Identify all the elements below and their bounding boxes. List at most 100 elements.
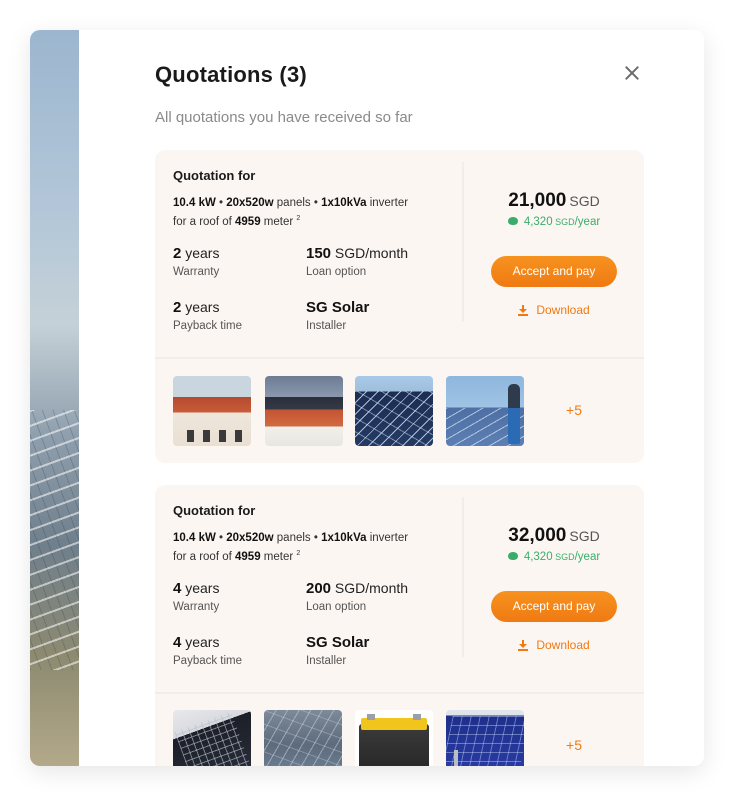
solar-panels-photo-thumbnail[interactable] bbox=[355, 376, 433, 446]
spec-sep: • bbox=[215, 197, 227, 209]
price: 32,000 SGD bbox=[464, 525, 644, 547]
spec-inverter-qty: 1x10kVa bbox=[321, 197, 367, 209]
dialog-title: Quotations (3) bbox=[155, 62, 307, 87]
spec-sep: • bbox=[310, 532, 322, 544]
spec-roof-unit: meter bbox=[260, 215, 294, 228]
loan-value: 150 bbox=[306, 245, 332, 262]
payback-label: Payback time bbox=[173, 320, 243, 332]
price-currency: SGD bbox=[569, 528, 600, 544]
loan-unit: SGD/month bbox=[331, 580, 409, 596]
blue-panel-photo-thumbnail[interactable] bbox=[446, 710, 524, 766]
download-label: Download bbox=[536, 303, 590, 317]
price-value: 21,000 bbox=[508, 190, 567, 211]
system-spec: 10.4 kW • 20x520w panels • 1x10kVa inver… bbox=[173, 196, 453, 230]
horizontal-divider bbox=[155, 357, 644, 359]
download-label: Download bbox=[536, 638, 590, 652]
saving-value: 4,320 bbox=[523, 551, 553, 563]
price-panel: 32,000 SGD 4,320 SGD/year Accept and pay … bbox=[464, 485, 644, 652]
warranty-fact: 4 years Warranty bbox=[173, 580, 313, 613]
quotation-card: Quotation for 10.4 kW • 20x520w panels •… bbox=[155, 150, 644, 463]
house-photo-thumbnail[interactable] bbox=[173, 376, 251, 446]
price-value: 32,000 bbox=[508, 525, 567, 546]
saving-value: 4,320 bbox=[523, 216, 553, 228]
warranty-fact: 2 years Warranty bbox=[173, 245, 313, 278]
accept-and-pay-button[interactable]: Accept and pay bbox=[491, 256, 617, 287]
background-panels bbox=[30, 410, 79, 670]
piggy-bank-icon bbox=[507, 217, 518, 225]
spec-roof-prefix: for a roof of bbox=[173, 550, 236, 563]
spec-roof-unit: meter bbox=[260, 550, 294, 563]
quotation-heading: Quotation for bbox=[173, 503, 256, 518]
warranty-label: Warranty bbox=[173, 601, 220, 613]
installer-fact: SG Solar Installer bbox=[306, 299, 446, 332]
spec-roof-sup: 2 bbox=[296, 550, 301, 557]
spec-kw: 10.4 kW bbox=[173, 532, 216, 544]
quotation-card: Quotation for 10.4 kW • 20x520w panels •… bbox=[155, 485, 644, 766]
price-currency: SGD bbox=[569, 193, 600, 209]
saving: 4,320 SGD/year bbox=[464, 551, 644, 563]
loan-unit: SGD/month bbox=[331, 245, 409, 261]
dialog-subtitle: All quotations you have received so far bbox=[155, 109, 413, 126]
background-solar-photo bbox=[30, 30, 79, 766]
spec-kw: 10.4 kW bbox=[173, 197, 216, 209]
loan-fact: 200 SGD/month Loan option bbox=[306, 580, 446, 613]
price-panel: 21,000 SGD 4,320 SGD/year Accept and pay … bbox=[464, 150, 644, 317]
accept-and-pay-button[interactable]: Accept and pay bbox=[491, 591, 617, 622]
payback-unit: years bbox=[181, 299, 220, 315]
quotation-details: Quotation for 10.4 kW • 20x520w panels •… bbox=[173, 503, 453, 667]
app-window: Quotations (3) All quotations you have r… bbox=[30, 30, 704, 766]
spec-inverter-qty: 1x10kVa bbox=[321, 532, 367, 544]
spec-inverter-word: inverter bbox=[366, 197, 409, 209]
download-button[interactable]: Download bbox=[464, 303, 644, 317]
spec-panels-qty: 20x520w bbox=[226, 197, 274, 209]
installer-label: Installer bbox=[306, 655, 347, 667]
saving-unit-small: SGD bbox=[552, 552, 575, 562]
payback-label: Payback time bbox=[173, 655, 243, 667]
installer-fact: SG Solar Installer bbox=[306, 634, 446, 667]
warranty-unit: years bbox=[181, 580, 220, 596]
price: 21,000 SGD bbox=[464, 190, 644, 212]
spec-roof-value: 4959 bbox=[235, 550, 261, 563]
saving: 4,320 SGD/year bbox=[464, 216, 644, 228]
spec-sep: • bbox=[215, 532, 227, 544]
spec-inverter-word: inverter bbox=[366, 532, 409, 544]
spec-roof-value: 4959 bbox=[235, 215, 261, 228]
quotation-details: Quotation for 10.4 kW • 20x520w panels •… bbox=[173, 168, 453, 332]
spec-panels-word: panels bbox=[273, 197, 311, 209]
download-button[interactable]: Download bbox=[464, 638, 644, 652]
close-icon[interactable] bbox=[623, 64, 641, 82]
roof-solar-photo-thumbnail[interactable] bbox=[265, 376, 343, 446]
quotations-dialog: Quotations (3) All quotations you have r… bbox=[79, 30, 704, 766]
loan-value: 200 bbox=[306, 580, 332, 597]
warranty-unit: years bbox=[181, 245, 220, 261]
saving-unit: /year bbox=[574, 551, 601, 563]
roof-panels-photo-thumbnail[interactable] bbox=[264, 710, 342, 766]
system-spec: 10.4 kW • 20x520w panels • 1x10kVa inver… bbox=[173, 531, 453, 565]
saving-unit-small: SGD bbox=[552, 217, 575, 227]
loan-fact: 150 SGD/month Loan option bbox=[306, 245, 446, 278]
warranty-label: Warranty bbox=[173, 266, 220, 278]
payback-unit: years bbox=[181, 634, 220, 650]
spec-panels-word: panels bbox=[273, 532, 311, 544]
download-icon bbox=[518, 305, 529, 316]
solar-worker-photo-thumbnail[interactable] bbox=[446, 376, 524, 446]
hand-panel-photo-thumbnail[interactable] bbox=[173, 710, 251, 766]
loan-label: Loan option bbox=[306, 601, 367, 613]
spec-roof-sup: 2 bbox=[296, 215, 301, 222]
spec-panels-qty: 20x520w bbox=[226, 532, 274, 544]
more-photos-link[interactable]: +5 bbox=[554, 737, 594, 753]
payback-fact: 4 years Payback time bbox=[173, 634, 313, 667]
saving-unit: /year bbox=[574, 216, 601, 228]
more-photos-link[interactable]: +5 bbox=[554, 402, 594, 418]
battery-photo-thumbnail[interactable] bbox=[355, 710, 433, 766]
installer-value: SG Solar bbox=[306, 299, 370, 316]
download-icon bbox=[518, 640, 529, 651]
installer-value: SG Solar bbox=[306, 634, 370, 651]
spec-sep: • bbox=[310, 197, 322, 209]
payback-fact: 2 years Payback time bbox=[173, 299, 313, 332]
loan-label: Loan option bbox=[306, 266, 367, 278]
quotation-heading: Quotation for bbox=[173, 168, 256, 183]
spec-roof-prefix: for a roof of bbox=[173, 215, 236, 228]
horizontal-divider bbox=[155, 692, 644, 694]
installer-label: Installer bbox=[306, 320, 347, 332]
